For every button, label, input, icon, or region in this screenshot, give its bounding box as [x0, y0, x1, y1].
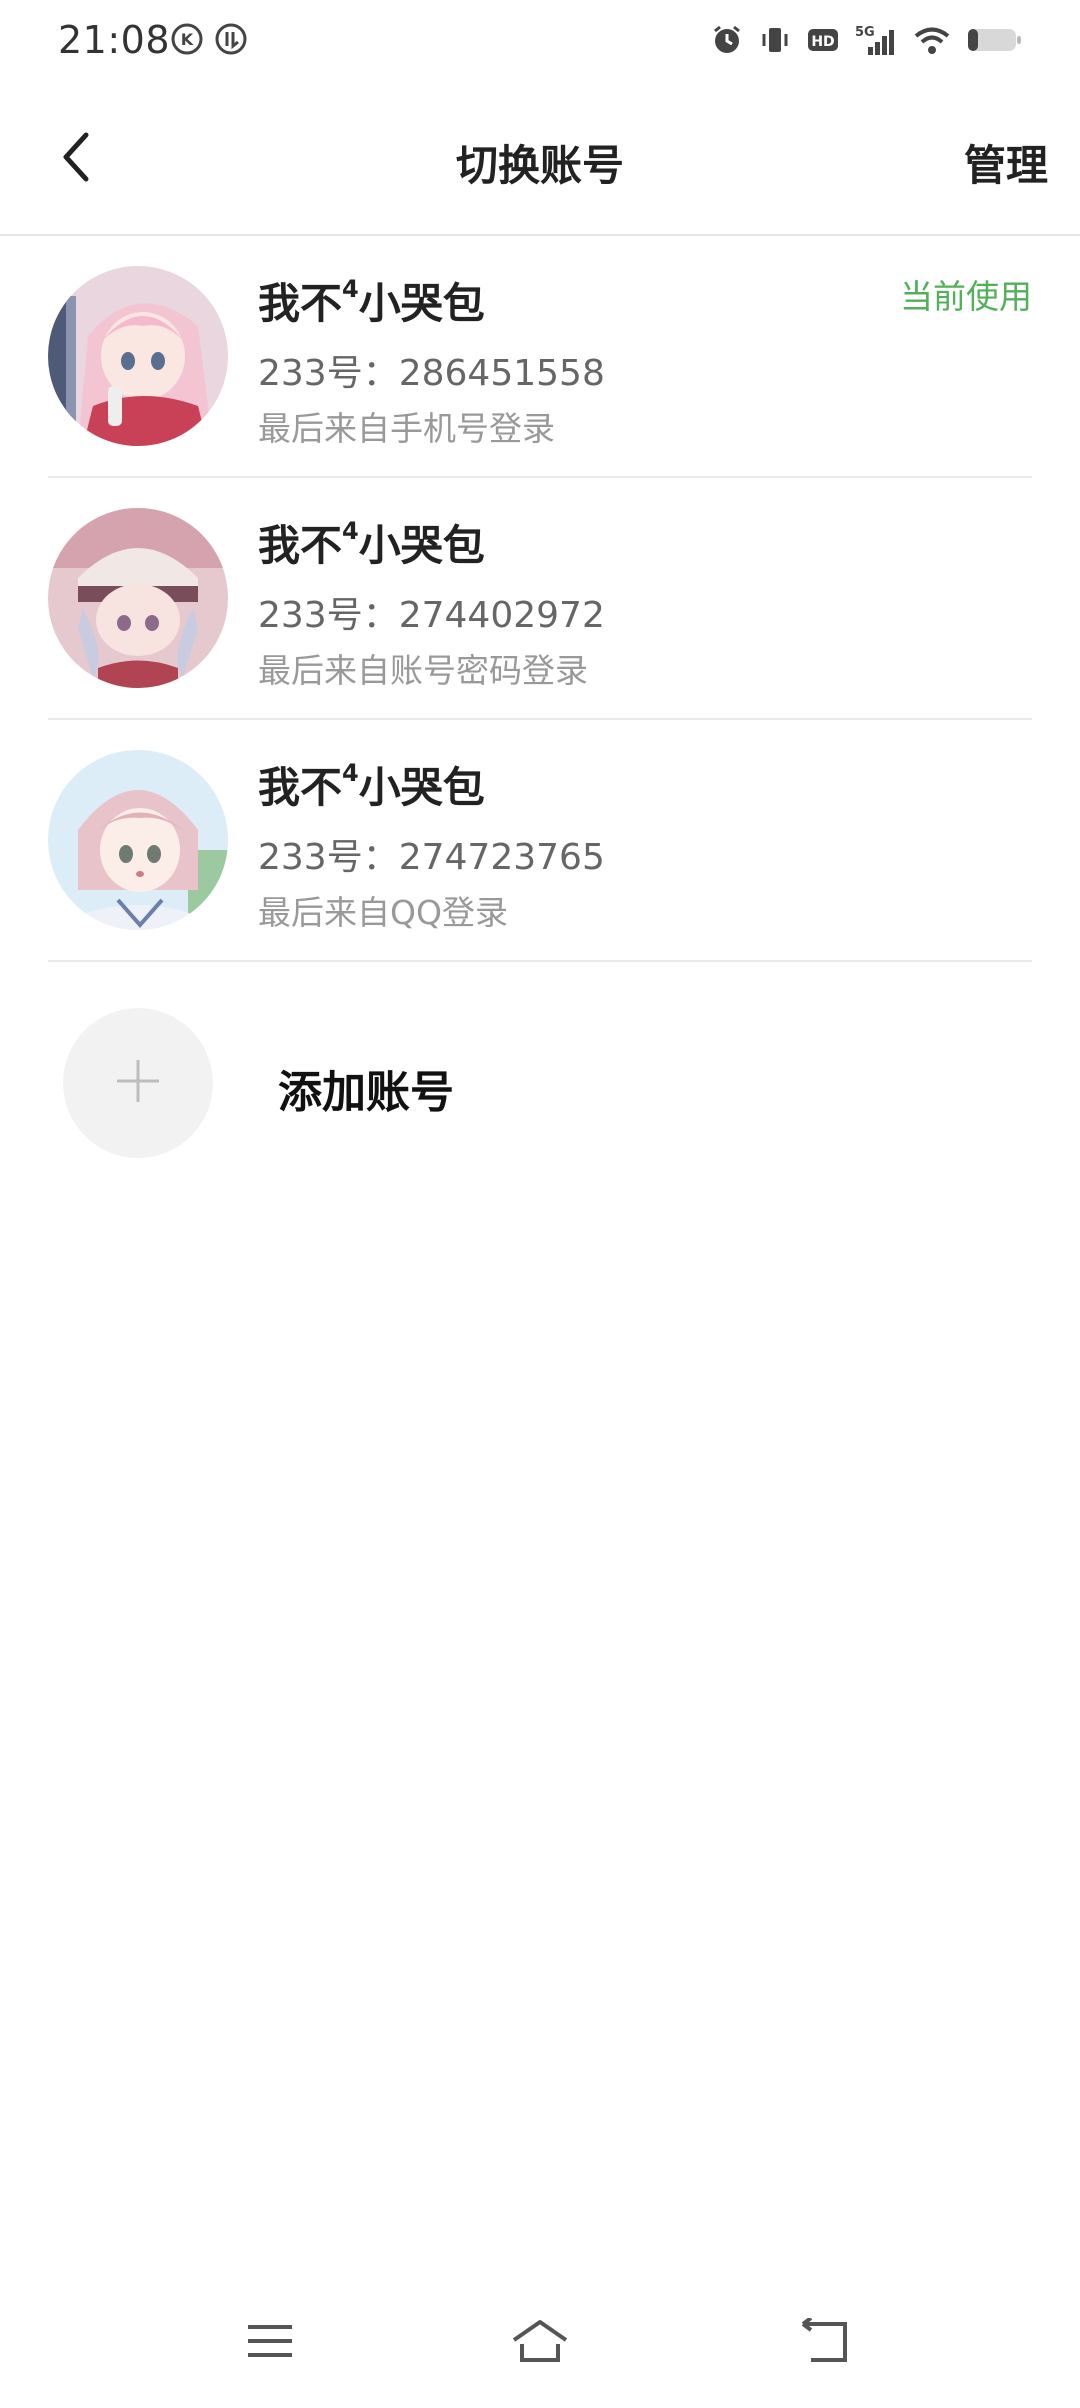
- manage-button[interactable]: 管理: [964, 132, 1048, 193]
- add-account-circle: [63, 1008, 213, 1158]
- status-icons: HD 5G: [710, 20, 1022, 60]
- account-item[interactable]: 我不4小哭包 233号：274723765 最后来自QQ登录: [48, 720, 1032, 962]
- plus-icon: [113, 1056, 163, 1110]
- account-item[interactable]: 我不4小哭包 233号：274402972 最后来自账号密码登录: [48, 478, 1032, 720]
- account-name: 我不4小哭包: [258, 275, 485, 328]
- wifi-icon: [912, 23, 952, 57]
- battery-icon: [966, 23, 1022, 57]
- menu-button[interactable]: [230, 2308, 310, 2378]
- header-bar: 切换账号 管理: [0, 84, 1080, 236]
- home-button[interactable]: [500, 2308, 580, 2378]
- 5g-signal-icon: 5G: [854, 23, 898, 57]
- ll-circle-icon: [214, 22, 248, 56]
- avatar: [48, 266, 228, 446]
- home-icon: [510, 2318, 570, 2368]
- status-time: 21:08: [58, 18, 171, 62]
- system-nav-bar: [0, 2288, 1080, 2408]
- switch-account-screen: 21:08 K HD 5G 切换账号 管理 我不4小哭包 233号：286451…: [0, 0, 1080, 2408]
- svg-text:5G: 5G: [855, 25, 875, 40]
- back-nav-button[interactable]: [784, 2308, 864, 2378]
- add-account-label: 添加账号: [278, 1067, 454, 1118]
- avatar: [48, 750, 228, 930]
- account-id: 233号：274402972: [258, 595, 605, 636]
- avatar: [48, 508, 228, 688]
- vibrate-icon: [758, 23, 792, 57]
- hd-icon: HD: [806, 23, 840, 57]
- k-circle-icon: K: [170, 22, 204, 56]
- alarm-icon: [710, 23, 744, 57]
- status-bar: 21:08 K HD 5G: [0, 0, 1080, 84]
- account-list: 我不4小哭包 233号：286451558 最后来自手机号登录 当前使用 我不4…: [48, 236, 1032, 962]
- account-id: 233号：274723765: [258, 837, 605, 878]
- svg-text:HD: HD: [811, 34, 834, 50]
- account-id: 233号：286451558: [258, 353, 605, 394]
- account-item[interactable]: 我不4小哭包 233号：286451558 最后来自手机号登录 当前使用: [48, 236, 1032, 478]
- current-account-badge: 当前使用: [900, 277, 1032, 316]
- back-icon: [797, 2316, 851, 2368]
- page-title: 切换账号: [455, 141, 624, 190]
- menu-icon: [246, 2321, 294, 2365]
- account-login-source: 最后来自手机号登录: [258, 409, 555, 448]
- account-name: 我不4小哭包: [258, 759, 485, 812]
- add-account-button[interactable]: 添加账号: [48, 1000, 1032, 1180]
- account-name: 我不4小哭包: [258, 517, 485, 570]
- account-login-source: 最后来自QQ登录: [258, 893, 508, 932]
- account-login-source: 最后来自账号密码登录: [258, 651, 588, 690]
- svg-text:K: K: [181, 30, 194, 49]
